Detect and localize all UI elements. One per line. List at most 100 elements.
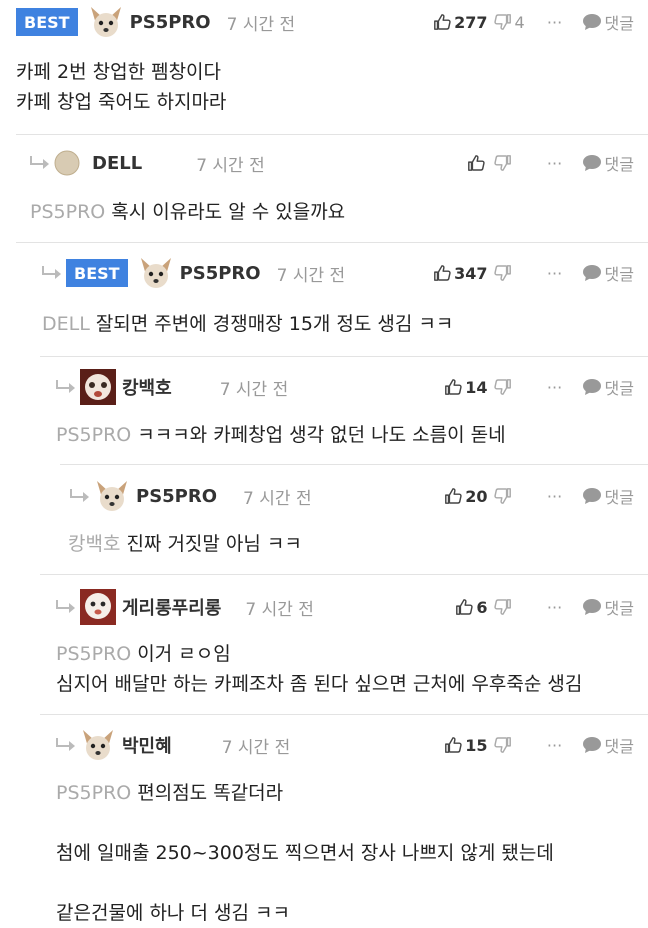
best-badge: BEST [66, 259, 128, 287]
comment-thread: BEST PS5PRO 7 시간 전 277 4 ··· 댓글 카페 2번 창업 [0, 0, 648, 927]
avatar[interactable] [80, 589, 116, 625]
more-icon: ··· [546, 486, 563, 506]
more-button[interactable]: ··· [538, 154, 572, 173]
more-button[interactable]: ··· [538, 598, 572, 617]
comment-item: BEST PS5PRO 7 시간 전 347 ··· 댓글 DELL잘되면 주 [16, 242, 648, 357]
mention[interactable]: PS5PRO [30, 201, 105, 223]
thumbs-down-icon [493, 379, 511, 395]
comment-time: 7 시간 전 [221, 737, 291, 758]
reply-arrow-icon [42, 266, 61, 279]
like-button[interactable]: 20 [432, 487, 488, 506]
avatar[interactable] [54, 150, 80, 176]
comment-time: 7 시간 전 [219, 379, 289, 400]
comment-body: DELL 잘되면 주변에 경쟁매장 15개 정도 생김 ㅋㅋ [42, 313, 454, 335]
reply-button[interactable]: 댓글 [582, 151, 634, 175]
thumbs-down-icon [493, 488, 511, 504]
more-button[interactable]: ··· [538, 13, 572, 32]
comment-body: PS5PRO 이거 ㄹㅇ임 심지어 배달만 하는 카페조차 좀 된다 싶으면 근처… [56, 643, 583, 695]
reply-button[interactable]: 댓글 [582, 10, 634, 34]
avatar[interactable] [80, 369, 116, 405]
reply-button[interactable]: 댓글 [582, 595, 634, 619]
comment-author[interactable]: PS5PRO [130, 12, 211, 33]
comment-author[interactable]: PS5PRO [136, 486, 217, 507]
thumbs-down-icon [493, 599, 511, 615]
more-button[interactable]: ··· [538, 487, 572, 506]
thumbs-up-icon [456, 599, 474, 615]
comment-author[interactable]: 박민혜 [122, 732, 172, 758]
like-button[interactable]: 277 [432, 13, 488, 32]
mention[interactable]: 캉백호 [68, 533, 120, 555]
mention[interactable]: PS5PRO [56, 643, 131, 665]
like-button[interactable] [432, 154, 488, 172]
dislike-button[interactable] [493, 154, 538, 172]
dislike-button[interactable] [493, 598, 538, 616]
reply-label: 댓글 [604, 488, 634, 507]
reply-arrow-icon [56, 380, 75, 393]
reply-arrow-icon [56, 600, 75, 613]
more-button[interactable]: ··· [538, 264, 572, 283]
more-icon: ··· [546, 153, 563, 173]
comment-time: 7 시간 전 [226, 14, 296, 35]
reply-bubble-icon [582, 737, 601, 753]
thumbs-up-icon [434, 14, 451, 30]
comment-item: PS5PRO 7 시간 전 20 ··· 댓글 캉백호 진짜 거짓말 아님 ㅋㅋ [40, 464, 648, 574]
reply-bubble-icon [582, 379, 601, 395]
comment-item: 박민혜 7 시간 전 15 ··· 댓글 PS5PRO 편의점도 똑같더라 첨에 … [40, 714, 648, 928]
more-icon: ··· [546, 377, 563, 397]
more-button[interactable]: ··· [538, 736, 572, 755]
like-button[interactable]: 15 [432, 736, 488, 755]
avatar[interactable] [80, 727, 116, 763]
like-count: 6 [476, 597, 488, 617]
thumbs-down-icon [493, 155, 511, 171]
comment-author[interactable]: 게리롱푸리롱 [122, 594, 221, 620]
mention[interactable]: PS5PRO [56, 424, 131, 446]
reply-bubble-icon [582, 599, 601, 615]
reply-label: 댓글 [604, 155, 634, 174]
reply-button[interactable]: 댓글 [582, 261, 634, 285]
reply-label: 댓글 [604, 737, 634, 756]
dislike-count: 4 [514, 12, 525, 32]
like-button[interactable]: 14 [432, 378, 488, 397]
dislike-button[interactable] [493, 264, 538, 282]
thumbs-down-icon [493, 737, 511, 753]
comment-time: 7 시간 전 [245, 599, 314, 620]
avatar[interactable] [94, 478, 130, 514]
dislike-button[interactable] [493, 378, 538, 396]
comment-body: PS5PRO ㅋㅋㅋ와 카페창업 생각 없던 나도 소름이 돋네 [56, 424, 506, 446]
reply-bubble-icon [582, 14, 601, 30]
reply-label: 댓글 [604, 265, 634, 284]
thumbs-down-icon [493, 14, 511, 30]
like-button[interactable]: 6 [432, 598, 488, 617]
mention[interactable]: PS5PRO [56, 782, 131, 804]
like-count: 277 [454, 12, 488, 32]
dislike-button[interactable] [493, 736, 538, 754]
reply-arrow-icon [70, 489, 89, 502]
comment-body: PS5PRO 편의점도 똑같더라 첨에 일매출 250~300정도 찍으면서 장사… [56, 782, 554, 924]
comment-author[interactable]: 캉백호 [122, 374, 172, 400]
comment-body: 캉백호 진짜 거짓말 아님 ㅋㅋ [68, 533, 302, 555]
comment-author[interactable]: PS5PRO [180, 263, 261, 284]
thumbs-up-icon [467, 155, 485, 171]
like-count: 20 [465, 486, 488, 506]
like-button[interactable]: 347 [432, 264, 488, 283]
dislike-button[interactable]: 4 [493, 12, 538, 32]
reply-button[interactable]: 댓글 [582, 733, 634, 757]
more-button[interactable]: ··· [538, 378, 572, 397]
comment-author[interactable]: DELL [92, 153, 142, 174]
comment-time: 7 시간 전 [243, 488, 312, 509]
reply-button[interactable]: 댓글 [582, 375, 634, 399]
more-icon: ··· [546, 735, 563, 755]
reply-button[interactable]: 댓글 [582, 484, 634, 508]
mention[interactable]: DELL [42, 313, 90, 335]
avatar[interactable] [88, 4, 124, 40]
more-icon: ··· [546, 263, 563, 283]
reply-label: 댓글 [604, 599, 634, 618]
thumbs-up-icon [434, 265, 451, 281]
comment-body: 카페 2번 창업한 펨창이다 카페 창업 죽어도 하지마라 [16, 61, 227, 113]
reply-arrow-icon [56, 738, 75, 751]
best-badge: BEST [16, 8, 78, 36]
comment-time: 7 시간 전 [196, 155, 265, 176]
dislike-button[interactable] [493, 487, 538, 505]
more-icon: ··· [546, 597, 563, 617]
avatar[interactable] [138, 255, 174, 291]
